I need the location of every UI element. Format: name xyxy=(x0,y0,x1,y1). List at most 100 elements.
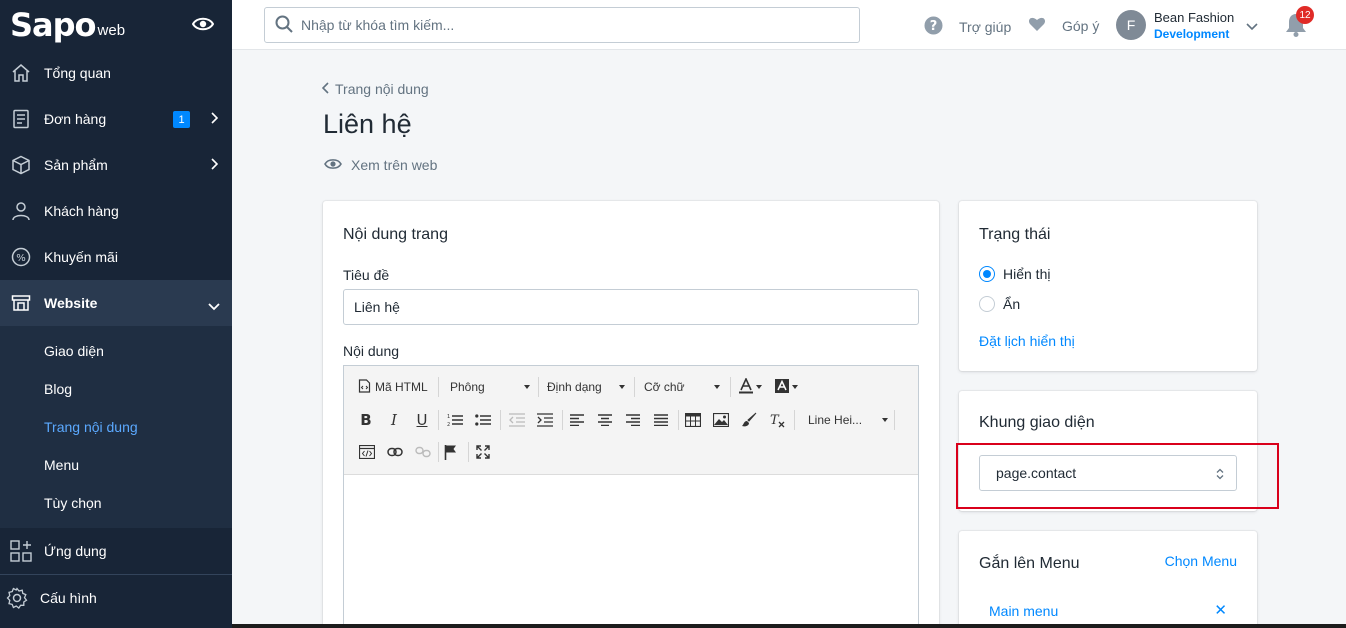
fullscreen-icon[interactable] xyxy=(474,442,492,462)
feedback-link[interactable]: Góp ý xyxy=(1028,16,1099,35)
flag-icon[interactable] xyxy=(442,442,460,462)
view-on-web-label: Xem trên web xyxy=(351,157,438,173)
menu-card-title: Gắn lên Menu xyxy=(979,555,1080,572)
svg-text:?: ? xyxy=(930,19,938,34)
html-source-button[interactable]: Mã HTML xyxy=(358,376,428,398)
toolbar-divider xyxy=(894,410,895,430)
sidebar-item-overview[interactable]: Tổng quan xyxy=(0,50,232,96)
sidebar-item-label: Sản phẩm xyxy=(44,157,108,173)
logo-sub: web xyxy=(97,21,126,39)
sidebar-item-products[interactable]: Sản phẩm xyxy=(0,142,232,188)
schedule-link[interactable]: Đặt lịch hiển thị xyxy=(979,333,1075,349)
svg-text:T: T xyxy=(770,413,780,428)
hidden-radio[interactable]: Ẩn xyxy=(979,296,1020,312)
sidebar-item-label: Khách hàng xyxy=(44,203,119,219)
line-height-label: Line Hei... xyxy=(808,413,863,427)
content-card: Nội dung trang Tiêu đề Liên hệ Nội dung … xyxy=(323,201,939,628)
align-center-icon[interactable] xyxy=(596,410,614,430)
editor-toolbar: Mã HTML Phông Định dạng Cỡ chữ B I U 1 2… xyxy=(344,366,918,475)
eye-icon[interactable] xyxy=(191,16,215,35)
toolbar-divider xyxy=(730,377,731,397)
line-height-dropdown[interactable]: Line Hei... xyxy=(808,410,888,430)
status-card-title: Trạng thái xyxy=(979,226,1051,243)
menu-card: Gắn lên Menu Chọn Menu Main menu ✕ xyxy=(959,531,1257,628)
toolbar-divider xyxy=(468,442,469,462)
clear-format-icon[interactable]: T xyxy=(768,410,786,430)
breadcrumb[interactable]: Trang nội dung xyxy=(321,81,429,97)
template-card-title: Khung giao diện xyxy=(979,414,1095,431)
status-card: Trạng thái Hiển thị Ẩn Đặt lịch hiển thị xyxy=(959,201,1257,371)
avatar[interactable]: F xyxy=(1116,10,1146,40)
subnav-theme[interactable]: Giao diện xyxy=(0,332,232,370)
font-size-dropdown[interactable]: Cỡ chữ xyxy=(644,376,720,398)
chevron-down-icon xyxy=(208,298,220,314)
sidebar-item-label: Website xyxy=(44,295,98,311)
sidebar-item-label: Ứng dụng xyxy=(44,543,107,559)
bold-icon[interactable]: B xyxy=(358,410,374,430)
home-icon xyxy=(10,62,32,84)
percent-icon: % xyxy=(10,246,32,268)
toolbar-divider xyxy=(794,410,795,430)
svg-text:%: % xyxy=(16,253,26,264)
caret-down-icon xyxy=(714,385,720,389)
caret-down-icon xyxy=(792,385,798,389)
code-view-icon[interactable] xyxy=(358,442,376,462)
box-icon xyxy=(10,154,32,176)
ordered-list-icon[interactable]: 12 xyxy=(446,410,464,430)
indent-icon[interactable] xyxy=(536,410,554,430)
store-name[interactable]: Bean Fashion xyxy=(1154,10,1234,25)
subnav-blog[interactable]: Blog xyxy=(0,370,232,408)
toolbar-divider xyxy=(634,377,635,397)
align-left-icon[interactable] xyxy=(568,410,586,430)
underline-icon[interactable]: U xyxy=(414,410,430,430)
chevron-right-icon xyxy=(210,111,219,127)
help-link[interactable]: ? Trợ giúp xyxy=(924,16,1011,38)
font-dropdown[interactable]: Phông xyxy=(450,376,530,398)
sidebar-item-settings[interactable]: Cấu hình xyxy=(0,575,232,621)
sidebar-item-website[interactable]: Website xyxy=(0,280,232,326)
title-input[interactable]: Liên hệ xyxy=(343,289,919,325)
link-icon[interactable] xyxy=(386,442,404,462)
text-color-icon xyxy=(738,376,754,397)
choose-menu-link[interactable]: Chọn Menu xyxy=(1165,553,1237,569)
gear-icon xyxy=(6,587,28,609)
format-dropdown[interactable]: Định dạng xyxy=(547,376,625,398)
subnav-preferences[interactable]: Tùy chọn xyxy=(0,484,232,522)
visible-radio[interactable]: Hiển thị xyxy=(979,266,1050,282)
outdent-icon[interactable] xyxy=(508,410,526,430)
bullet-list-icon[interactable] xyxy=(474,410,492,430)
svg-text:1: 1 xyxy=(447,414,450,420)
content-label: Nội dung xyxy=(343,343,400,359)
editor-body[interactable] xyxy=(344,475,918,628)
italic-icon[interactable]: I xyxy=(386,410,402,430)
background-color-button[interactable] xyxy=(774,376,798,398)
caret-down-icon xyxy=(524,385,530,389)
unlink-icon[interactable] xyxy=(414,442,432,462)
website-subnav: Giao diện Blog Trang nội dung Menu Tùy c… xyxy=(0,326,232,528)
view-on-web-link[interactable]: Xem trên web xyxy=(324,157,437,173)
search-input[interactable] xyxy=(301,17,821,33)
caret-down-icon xyxy=(882,418,888,422)
sidebar-item-promotions[interactable]: % Khuyến mãi xyxy=(0,234,232,280)
align-justify-icon[interactable] xyxy=(652,410,670,430)
image-icon[interactable] xyxy=(712,410,730,430)
chevron-down-icon[interactable] xyxy=(1246,18,1258,34)
sidebar-item-customers[interactable]: Khách hàng xyxy=(0,188,232,234)
caret-down-icon xyxy=(756,385,762,389)
toolbar-divider xyxy=(678,410,679,430)
paint-brush-icon[interactable] xyxy=(740,410,758,430)
menu-item-main[interactable]: Main menu xyxy=(989,603,1058,619)
sidebar-item-orders[interactable]: Đơn hàng 1 xyxy=(0,96,232,142)
remove-menu-close-icon[interactable]: ✕ xyxy=(1214,601,1227,619)
store-env: Development xyxy=(1154,27,1230,41)
align-right-icon[interactable] xyxy=(624,410,642,430)
subnav-menu[interactable]: Menu xyxy=(0,446,232,484)
logo[interactable]: Sapo xyxy=(10,6,97,44)
subnav-pages[interactable]: Trang nội dung xyxy=(0,408,232,446)
search-box[interactable] xyxy=(264,7,860,43)
caret-down-icon xyxy=(619,385,625,389)
table-icon[interactable] xyxy=(684,410,702,430)
sidebar-item-apps[interactable]: Ứng dụng xyxy=(0,528,232,574)
breadcrumb-label: Trang nội dung xyxy=(335,81,429,97)
text-color-button[interactable] xyxy=(738,376,762,398)
